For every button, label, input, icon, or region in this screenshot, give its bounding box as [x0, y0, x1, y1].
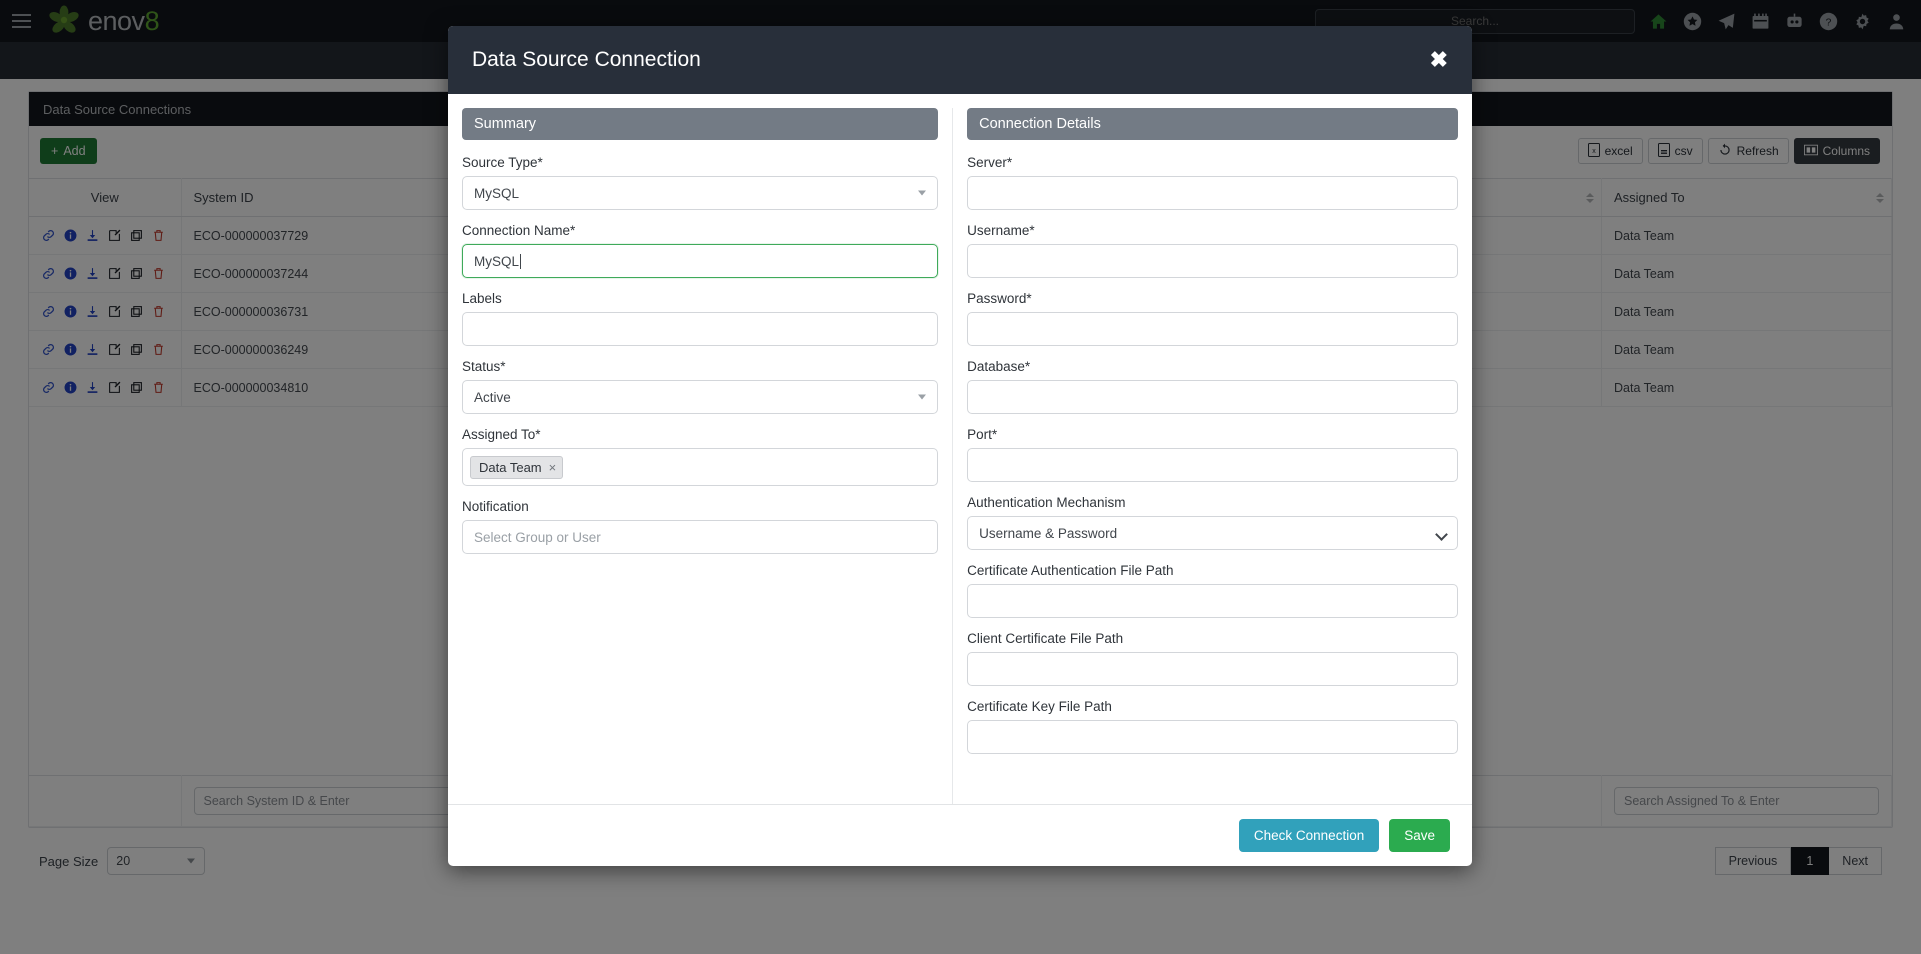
database-input[interactable]: [967, 380, 1458, 414]
tag-chip: Data Team ×: [470, 455, 564, 479]
summary-column: Summary Source Type* MySQL Connection Na…: [462, 108, 954, 804]
label-server: Server*: [967, 155, 1013, 170]
label-username: Username*: [967, 223, 1035, 238]
data-source-connection-modal: Data Source Connection ✖ Summary Source …: [448, 26, 1472, 866]
save-button[interactable]: Save: [1389, 819, 1450, 852]
label-connection-name: Connection Name*: [462, 223, 576, 238]
chevron-down-icon: [1435, 528, 1448, 541]
label-database: Database*: [967, 359, 1031, 374]
server-input[interactable]: [967, 176, 1458, 210]
field-server: Server*: [967, 155, 1458, 210]
field-client-cert-path: Client Certificate File Path: [967, 631, 1458, 686]
chevron-down-icon: [918, 394, 927, 400]
username-input[interactable]: [967, 244, 1458, 278]
field-password: Password*: [967, 291, 1458, 346]
close-icon[interactable]: ✖: [1430, 49, 1448, 71]
tag-remove-icon[interactable]: ×: [549, 460, 557, 475]
field-port: Port*: [967, 427, 1458, 482]
field-auth-mechanism: Authentication Mechanism Username & Pass…: [967, 495, 1458, 550]
cert-key-path-input[interactable]: [967, 720, 1458, 754]
field-source-type: Source Type* MySQL: [462, 155, 939, 210]
modal-body: Summary Source Type* MySQL Connection Na…: [448, 94, 1472, 804]
field-connection-name: Connection Name* MySQL: [462, 223, 939, 278]
label-auth-mechanism: Authentication Mechanism: [967, 495, 1126, 510]
label-status: Status*: [462, 359, 506, 374]
label-client-cert-path: Client Certificate File Path: [967, 631, 1124, 646]
auth-mechanism-value: Username & Password: [979, 525, 1118, 541]
source-type-select[interactable]: MySQL: [462, 176, 939, 210]
modal-title: Data Source Connection: [472, 48, 701, 71]
password-input[interactable]: [967, 312, 1458, 346]
tag-label: Data Team: [479, 459, 542, 475]
field-labels: Labels: [462, 291, 939, 346]
modal-footer: Check Connection Save: [448, 804, 1472, 866]
label-password: Password*: [967, 291, 1032, 306]
field-cert-key-path: Certificate Key File Path: [967, 699, 1458, 754]
field-assigned-to: Assigned To* Data Team ×: [462, 427, 939, 486]
client-cert-path-input[interactable]: [967, 652, 1458, 686]
label-cert-auth-path: Certificate Authentication File Path: [967, 563, 1174, 578]
label-assigned-to: Assigned To*: [462, 427, 541, 442]
modal-header: Data Source Connection ✖: [448, 26, 1472, 94]
port-input[interactable]: [967, 448, 1458, 482]
field-cert-auth-path: Certificate Authentication File Path: [967, 563, 1458, 618]
status-value: Active: [474, 389, 511, 405]
notification-input[interactable]: [462, 520, 939, 554]
field-notification: Notification: [462, 499, 939, 554]
label-source-type: Source Type*: [462, 155, 543, 170]
field-database: Database*: [967, 359, 1458, 414]
label-port: Port*: [967, 427, 998, 442]
label-labels: Labels: [462, 291, 502, 306]
labels-input[interactable]: [462, 312, 939, 346]
check-connection-button[interactable]: Check Connection: [1238, 819, 1380, 852]
field-username: Username*: [967, 223, 1458, 278]
summary-section-title: Summary: [462, 108, 939, 140]
status-select[interactable]: Active: [462, 380, 939, 414]
connection-name-value: MySQL: [474, 253, 520, 269]
cert-auth-path-input[interactable]: [967, 584, 1458, 618]
auth-mechanism-select[interactable]: Username & Password: [967, 516, 1458, 550]
label-notification: Notification: [462, 499, 529, 514]
connection-details-section-title: Connection Details: [967, 108, 1458, 140]
label-cert-key-path: Certificate Key File Path: [967, 699, 1112, 714]
assigned-to-tag-input[interactable]: Data Team ×: [462, 448, 939, 486]
connection-details-column: Connection Details Server* Username* Pas…: [967, 108, 1458, 804]
text-cursor: [520, 253, 522, 269]
chevron-down-icon: [918, 190, 927, 196]
connection-name-input[interactable]: MySQL: [462, 244, 939, 278]
source-type-value: MySQL: [474, 185, 520, 201]
field-status: Status* Active: [462, 359, 939, 414]
